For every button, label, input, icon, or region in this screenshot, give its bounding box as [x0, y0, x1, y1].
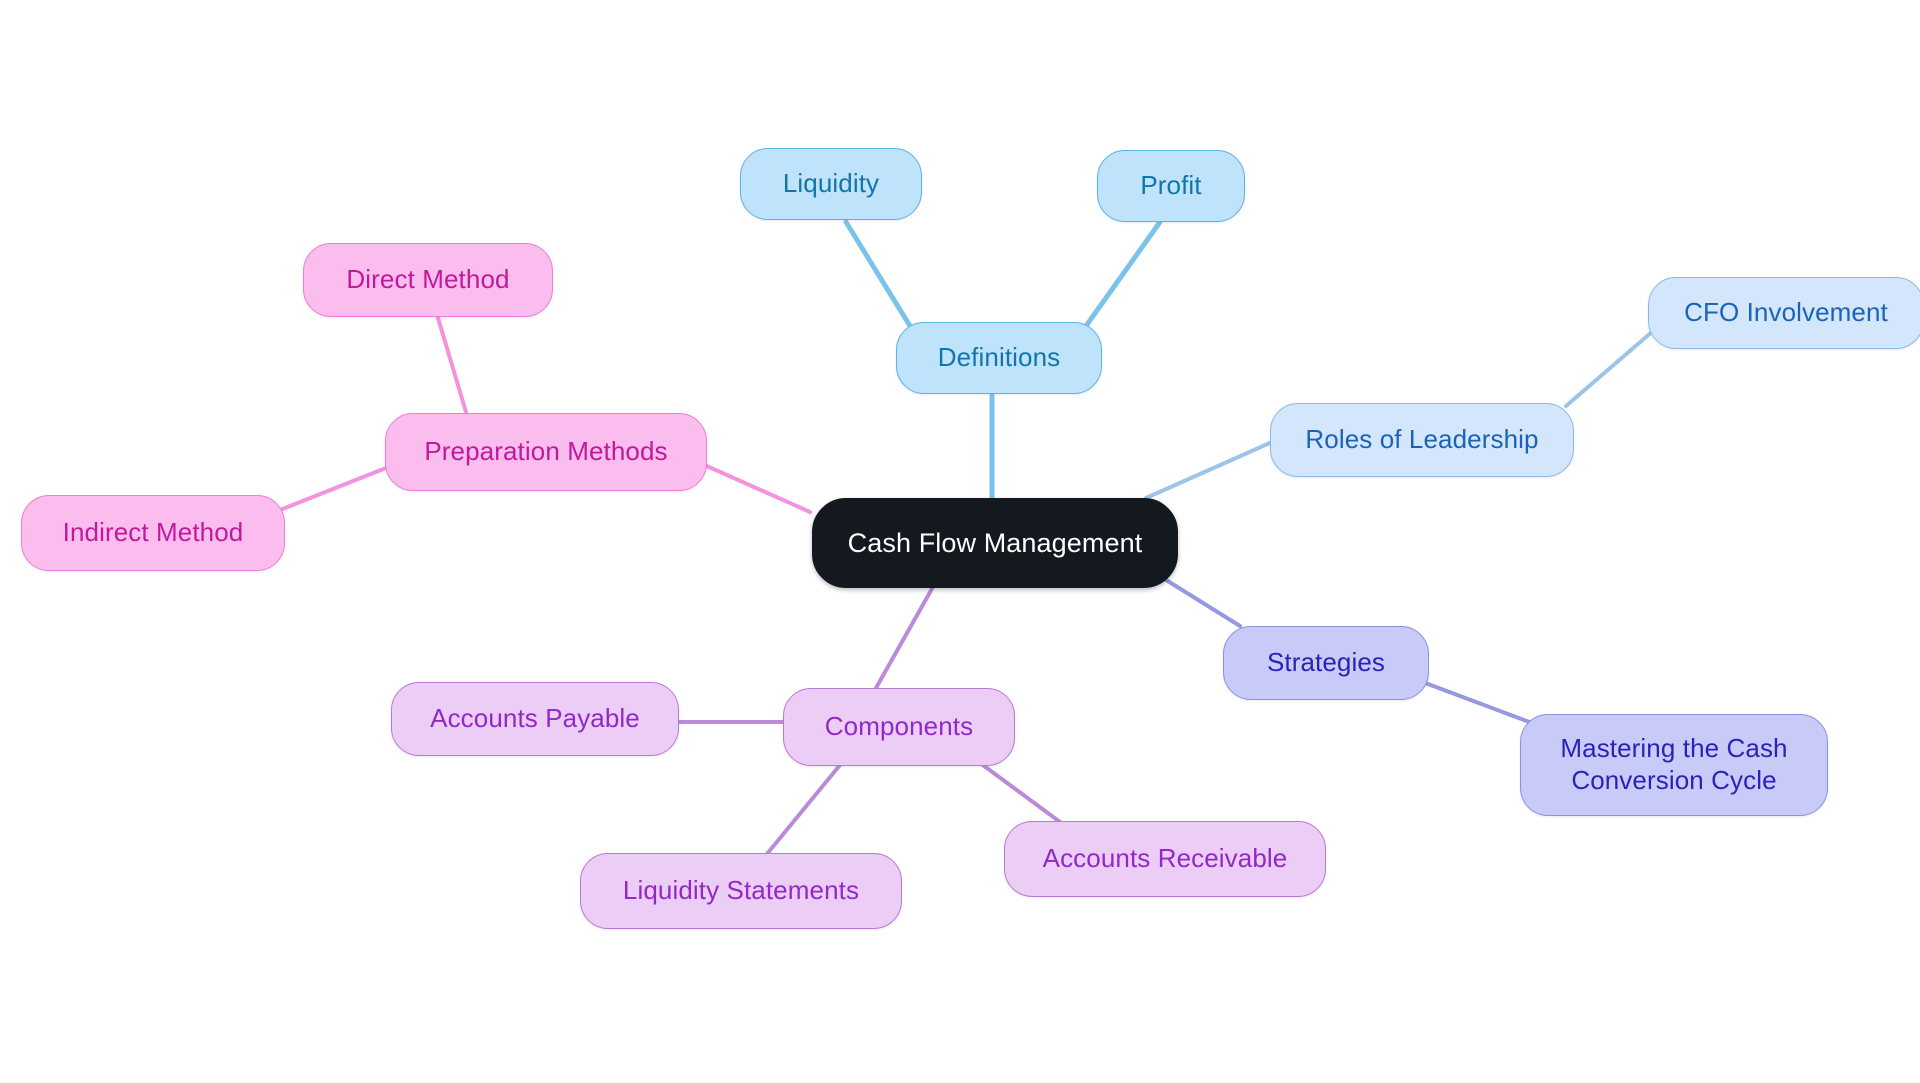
edge-root-roles: [1144, 440, 1274, 500]
node-label: Direct Method: [346, 264, 510, 295]
edge-root-components: [874, 576, 940, 690]
child-node-accounts-payable[interactable]: Accounts Payable: [391, 682, 679, 756]
branch-node-definitions[interactable]: Definitions: [896, 322, 1102, 394]
child-node-accounts-receivable[interactable]: Accounts Receivable: [1004, 821, 1326, 897]
child-node-profit[interactable]: Profit: [1097, 150, 1245, 222]
node-label: Liquidity Statements: [622, 875, 860, 906]
child-node-direct-method[interactable]: Direct Method: [303, 243, 553, 317]
node-label: Profit: [1140, 170, 1202, 201]
child-node-liquidity-statements[interactable]: Liquidity Statements: [580, 853, 902, 929]
edge-definitions-profit: [1083, 219, 1163, 329]
node-label: Roles of Leadership: [1305, 424, 1539, 455]
node-label: Definitions: [937, 342, 1061, 373]
edge-roles-cfo: [1564, 323, 1662, 408]
branch-node-components[interactable]: Components: [783, 688, 1015, 766]
edge-preparation-indirect: [278, 466, 388, 512]
node-label: CFO Involvement: [1684, 297, 1888, 328]
branch-node-preparation-methods[interactable]: Preparation Methods: [385, 413, 707, 491]
edge-components-receivable: [974, 758, 1062, 824]
edge-components-liquidity-statements: [760, 763, 842, 862]
branch-node-roles-of-leadership[interactable]: Roles of Leadership: [1270, 403, 1574, 477]
edge-definitions-liquidity: [843, 219, 913, 329]
child-node-indirect-method[interactable]: Indirect Method: [21, 495, 285, 571]
node-label: Cash Flow Management: [847, 527, 1143, 558]
edge-strategies-mastering: [1418, 679, 1542, 728]
node-label: Liquidity: [782, 168, 880, 199]
node-label: Preparation Methods: [424, 436, 668, 467]
node-label: Accounts Receivable: [1042, 843, 1288, 874]
node-label: Mastering the Cash Conversion Cycle: [1560, 733, 1788, 795]
mindmap-canvas: Cash Flow Management Definitions Liquidity…: [0, 0, 1920, 1083]
edge-root-preparation: [698, 461, 812, 514]
root-node-cash-flow-management[interactable]: Cash Flow Management: [812, 498, 1178, 588]
child-node-liquidity[interactable]: Liquidity: [740, 148, 922, 220]
edge-preparation-direct: [436, 316, 468, 414]
node-label: Components: [824, 711, 974, 742]
node-label: Indirect Method: [62, 517, 244, 548]
child-node-cfo-involvement[interactable]: CFO Involvement: [1648, 277, 1920, 349]
node-label: Accounts Payable: [430, 703, 640, 734]
node-label: Strategies: [1266, 647, 1386, 678]
branch-node-strategies[interactable]: Strategies: [1223, 626, 1429, 700]
child-node-mastering-the-cash-conversion-cycle[interactable]: Mastering the Cash Conversion Cycle: [1520, 714, 1828, 816]
